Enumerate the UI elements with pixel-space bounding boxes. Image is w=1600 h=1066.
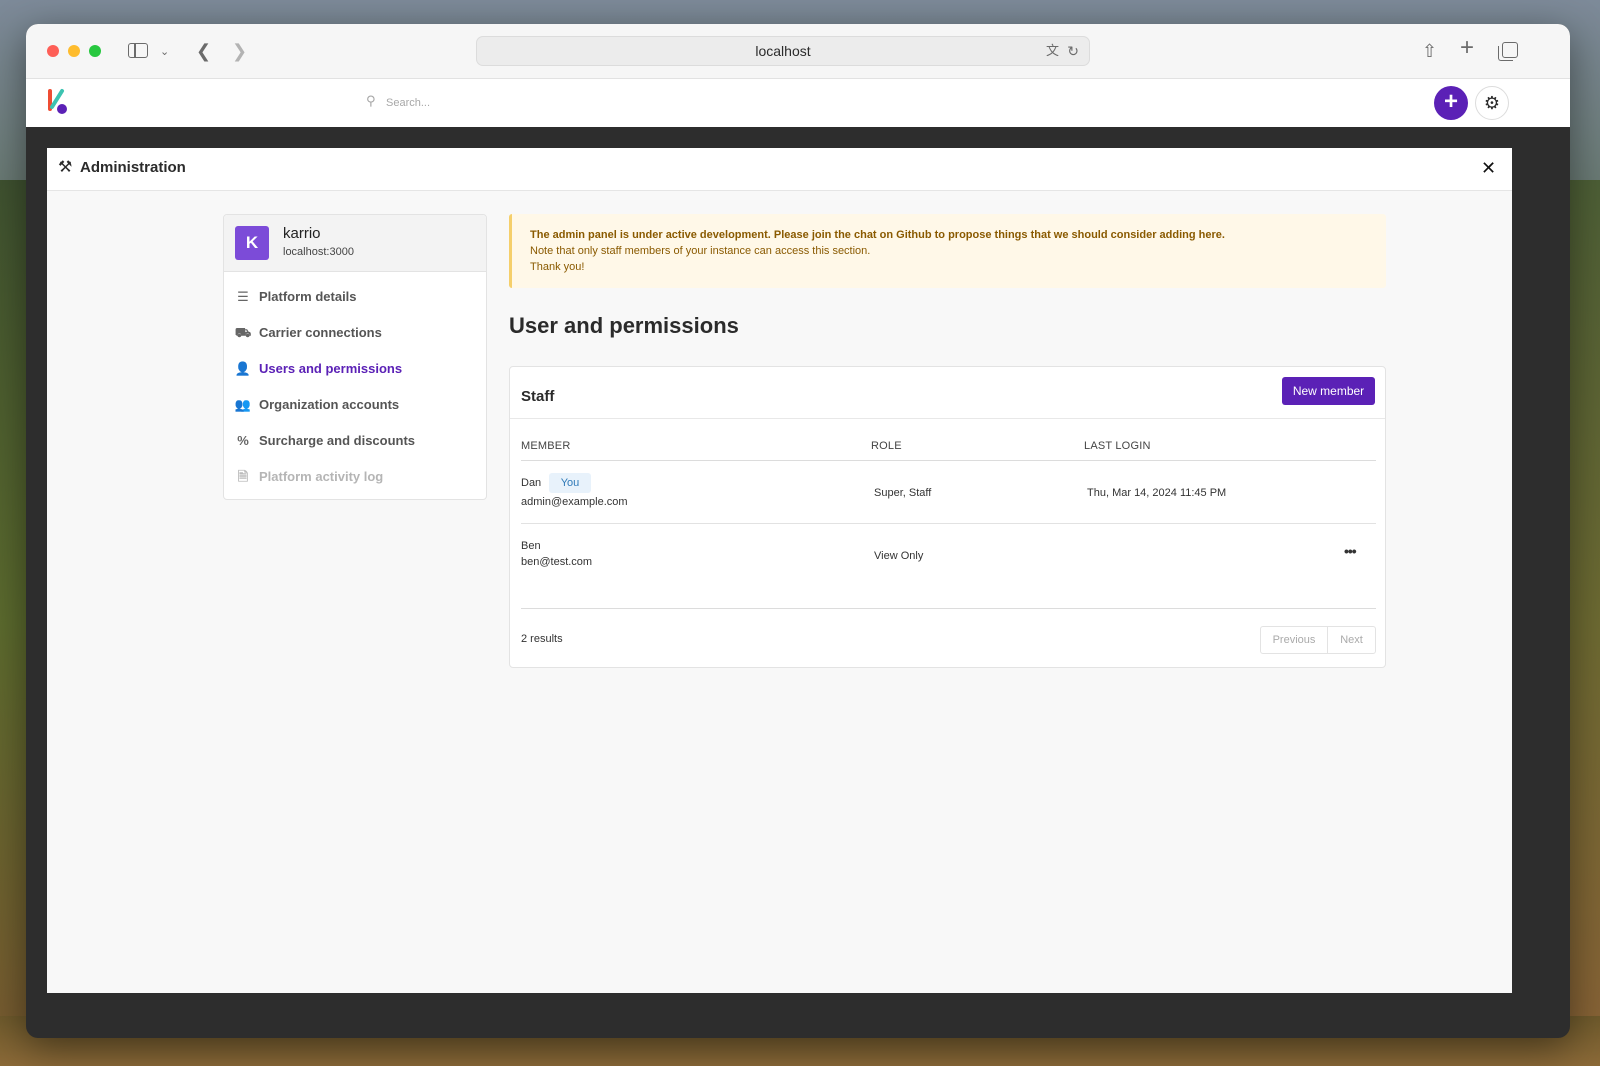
member-name: Dan	[521, 477, 542, 489]
sidebar-item-surcharge-and-discounts[interactable]: % Surcharge and discounts	[234, 430, 478, 452]
column-header-last-login: LAST LOGIN	[1084, 440, 1151, 452]
sidebar-item-label: Platform details	[259, 289, 357, 304]
next-page-button[interactable]: Next	[1328, 627, 1375, 653]
share-icon[interactable]: ⇧	[1422, 38, 1437, 64]
gear-icon[interactable]: ⚙	[1475, 86, 1509, 120]
percent-icon: %	[237, 433, 249, 448]
sidebar-item-platform-details[interactable]: ☰ Platform details	[234, 286, 478, 308]
sidebar-item-label: Carrier connections	[259, 325, 382, 340]
member-role: View Only	[874, 550, 924, 562]
sidebar-item-carrier-connections[interactable]: ⛟ Carrier connections	[234, 322, 478, 344]
new-tab-icon[interactable]: +	[1460, 35, 1474, 61]
sidebar-item-organization-accounts[interactable]: 👥 Organization accounts	[234, 394, 478, 416]
column-header-role: ROLE	[871, 440, 902, 452]
sidebar-icon[interactable]	[128, 43, 148, 58]
sidebar-item-platform-activity-log: 🗎 Platform activity log	[234, 466, 478, 488]
org-host: localhost:3000	[283, 246, 354, 258]
modal-header: ⚒ Administration ✕	[47, 148, 1512, 191]
pagination: Previous Next	[1260, 626, 1376, 654]
minimize-window-button[interactable]	[68, 45, 80, 57]
forward-icon[interactable]: ❯	[232, 38, 247, 64]
browser-titlebar: ⌄ ❮ ❯ localhost 文 ↻ ⇧ +	[26, 24, 1570, 79]
sidebar-item-label: Platform activity log	[259, 469, 384, 484]
footer-divider	[521, 608, 1376, 609]
file-icon: 🗎	[237, 469, 249, 484]
sidebar-item-label: Organization accounts	[259, 397, 400, 412]
tools-icon: ⚒	[58, 159, 73, 176]
app-header: ⚲ + ⚙	[26, 79, 1570, 127]
notice-line: Note that only staff members of your ins…	[530, 245, 871, 257]
modal-title: Administration	[80, 159, 186, 176]
member-name: Ben	[521, 540, 541, 552]
staff-card-header: Staff New member	[510, 367, 1385, 419]
tabs-icon[interactable]	[1498, 42, 1518, 61]
close-icon[interactable]: ✕	[1481, 158, 1496, 179]
member-last-login: Thu, Mar 14, 2024 11:45 PM	[1087, 487, 1227, 499]
more-actions-icon[interactable]: •••	[1344, 543, 1357, 559]
notice-line: The admin panel is under active developm…	[530, 229, 1225, 241]
layers-icon: ☰	[237, 289, 249, 304]
truck-icon: ⛟	[234, 325, 252, 340]
you-badge: You	[549, 473, 591, 493]
search-bar: ⚲	[366, 91, 766, 115]
member-email: admin@example.com	[521, 496, 628, 508]
close-window-button[interactable]	[47, 45, 59, 57]
page-title: User and permissions	[509, 313, 739, 338]
sidebar-item-label: Users and permissions	[259, 361, 403, 376]
column-header-member: MEMBER	[521, 440, 571, 452]
results-count: 2 results	[521, 633, 563, 645]
development-notice: The admin panel is under active developm…	[509, 214, 1386, 288]
header-divider	[521, 460, 1376, 461]
reload-icon[interactable]: ↻	[1067, 37, 1079, 65]
back-icon[interactable]: ❮	[196, 38, 211, 64]
notice-line: Thank you!	[530, 261, 585, 273]
staff-title: Staff	[521, 388, 555, 405]
previous-page-button[interactable]: Previous	[1261, 627, 1328, 653]
sidebar-item-users-and-permissions[interactable]: 👤 Users and permissions	[234, 358, 478, 380]
search-icon: ⚲	[366, 93, 376, 108]
users-icon: 👥	[234, 397, 252, 412]
member-email: ben@test.com	[521, 556, 593, 568]
admin-sidebar: K karrio localhost:3000 ☰ Platform detail…	[223, 214, 487, 500]
address-bar-url: localhost	[755, 43, 811, 59]
staff-card: Staff New member MEMBER ROLE LAST LOGIN …	[509, 366, 1386, 668]
member-role: Super, Staff	[874, 487, 932, 499]
new-member-button[interactable]: New member	[1282, 377, 1375, 405]
org-header: K karrio localhost:3000	[224, 215, 486, 272]
background-right	[1568, 180, 1600, 1066]
org-avatar: K	[235, 226, 269, 260]
browser-window: ⌄ ❮ ❯ localhost 文 ↻ ⇧ + ⚲ + ⚙ ⚒ Administ…	[26, 24, 1570, 1038]
administration-modal: ⚒ Administration ✕ K karrio localhost:30…	[47, 148, 1512, 993]
chevron-down-icon[interactable]: ⌄	[160, 39, 169, 65]
search-input[interactable]	[386, 91, 746, 115]
user-lock-icon: 👤	[234, 361, 252, 376]
translate-icon[interactable]: 文	[1046, 37, 1059, 65]
maximize-window-button[interactable]	[89, 45, 101, 57]
create-button[interactable]: +	[1434, 86, 1468, 120]
address-bar[interactable]: localhost 文 ↻	[476, 36, 1090, 66]
row-divider	[521, 523, 1376, 524]
karrio-logo	[48, 89, 67, 114]
sidebar-item-label: Surcharge and discounts	[259, 433, 416, 448]
org-name: karrio	[283, 225, 321, 242]
